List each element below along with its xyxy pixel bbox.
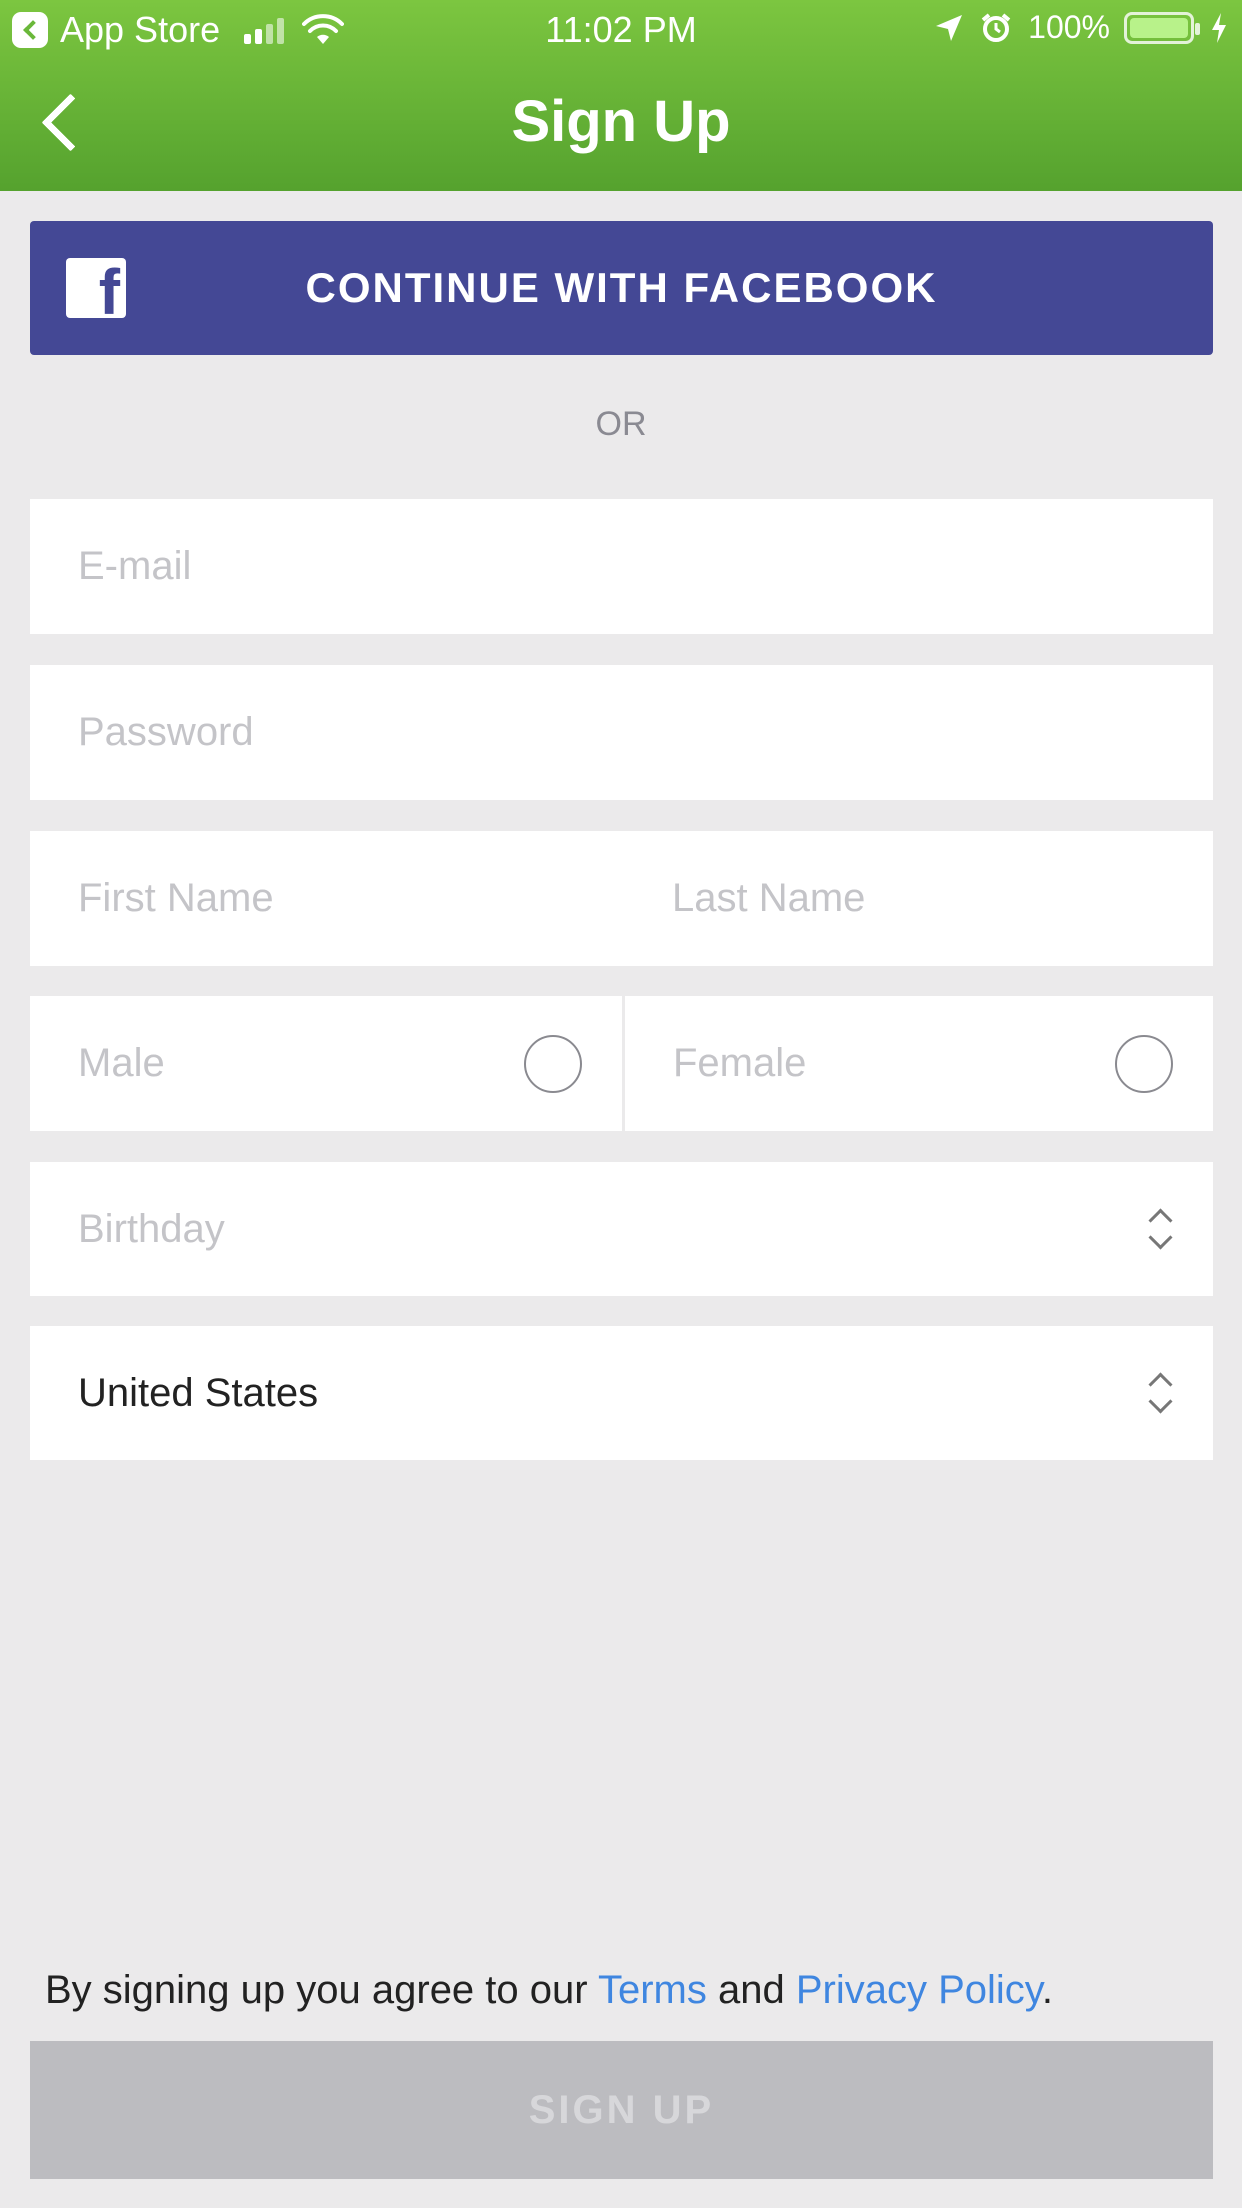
stepper-chevron-icon (1145, 1206, 1175, 1252)
terms-suffix: . (1041, 1968, 1053, 2012)
page-title: Sign Up (511, 89, 731, 154)
gender-female-label: Female (673, 1041, 807, 1085)
email-field-container (30, 499, 1213, 634)
facebook-icon: f (66, 258, 126, 318)
battery-percent: 100% (1028, 9, 1110, 45)
password-field[interactable] (30, 665, 1213, 800)
status-bar: App Store 11:02 PM 100% (0, 0, 1242, 60)
last-name-field[interactable] (622, 831, 1213, 966)
charging-icon (1212, 12, 1226, 43)
terms-middle: and (706, 1968, 796, 2012)
password-field-container (30, 665, 1213, 800)
terms-text: By signing up you agree to our Terms and… (45, 1968, 1053, 2013)
facebook-button-label: CONTINUE WITH FACEBOOK (305, 264, 938, 311)
sign-up-label: SIGN UP (528, 2087, 715, 2132)
birthday-picker[interactable]: Birthday (30, 1162, 1213, 1296)
female-radio-icon[interactable] (1115, 1035, 1173, 1093)
email-field[interactable] (30, 499, 1213, 634)
continue-with-facebook-button[interactable]: f CONTINUE WITH FACEBOOK (30, 221, 1213, 355)
birthday-label: Birthday (78, 1206, 225, 1251)
alarm-icon (981, 12, 1011, 42)
battery-icon (1124, 11, 1200, 44)
last-name-container (622, 831, 1213, 966)
nav-bar: Sign Up (0, 60, 1242, 191)
header-bar: App Store 11:02 PM 100% Sign Up (0, 0, 1242, 191)
terms-prefix: By signing up you agree to our (45, 1968, 598, 2012)
or-divider: OR (595, 405, 647, 443)
first-name-container (30, 831, 622, 966)
first-name-field[interactable] (30, 831, 622, 966)
location-icon (936, 14, 963, 41)
gender-female-option[interactable]: Female (625, 996, 1213, 1131)
terms-link[interactable]: Terms (598, 1968, 707, 2012)
gender-male-option[interactable]: Male (30, 996, 622, 1131)
privacy-policy-link[interactable]: Privacy Policy (796, 1968, 1042, 2012)
sign-up-button[interactable]: SIGN UP (30, 2041, 1213, 2179)
gender-male-label: Male (78, 1041, 165, 1085)
country-value: United States (78, 1370, 319, 1415)
stepper-chevron-icon[interactable] (1145, 1370, 1175, 1416)
country-picker[interactable]: United States (30, 1326, 1213, 1460)
male-radio-icon[interactable] (524, 1035, 582, 1093)
